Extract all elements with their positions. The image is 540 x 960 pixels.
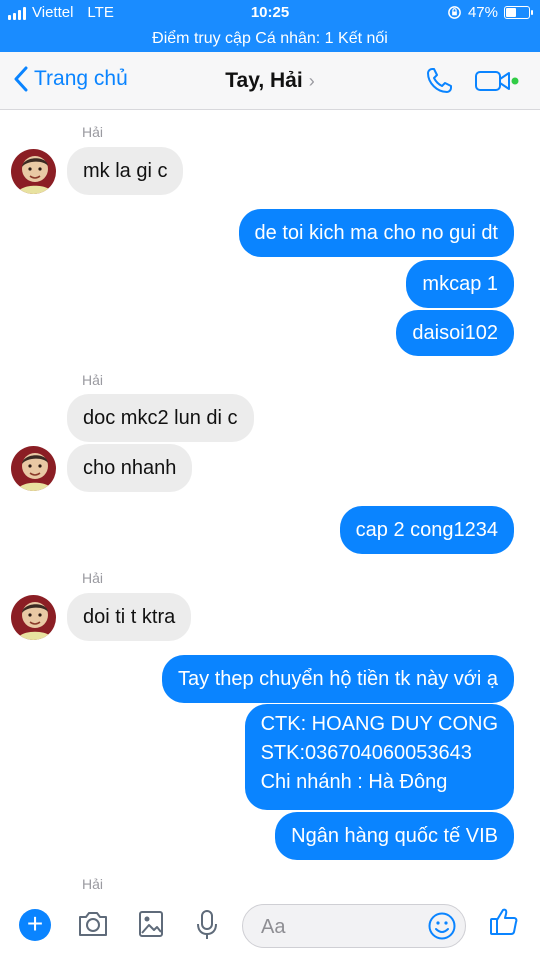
message-bubble-outgoing[interactable]: Ngân hàng quốc tế VIB xyxy=(275,812,514,860)
plus-button[interactable]: + xyxy=(19,909,51,941)
message-bubble-incoming[interactable]: doc mkc2 lun di c xyxy=(67,394,254,442)
video-camera-icon xyxy=(475,71,519,91)
sender-name: Hải xyxy=(82,570,104,586)
plus-icon: + xyxy=(26,908,44,939)
title-chevron: › xyxy=(308,71,315,91)
message-input[interactable]: Aa xyxy=(242,904,466,948)
emoji-button[interactable] xyxy=(427,911,457,946)
rotation-lock-icon xyxy=(448,6,461,19)
sender-name: Hải xyxy=(82,372,104,388)
camera-icon xyxy=(79,912,107,936)
sender-name: Hải xyxy=(82,876,104,892)
avatar-photo xyxy=(11,446,56,491)
battery-icon xyxy=(504,6,533,19)
conversation-title[interactable]: Tay, Hải › xyxy=(0,69,540,93)
gallery-button[interactable] xyxy=(137,909,165,944)
voice-call-button[interactable] xyxy=(424,66,454,101)
avatar-photo xyxy=(11,149,56,194)
camera-button[interactable] xyxy=(77,909,109,944)
conversation-name: Tay, Hải xyxy=(225,69,303,92)
avatar-photo xyxy=(11,595,56,640)
message-bubble-outgoing[interactable]: de toi kich ma cho no gui dt xyxy=(238,209,514,257)
phone-icon xyxy=(427,68,452,93)
message-bubble-incoming[interactable]: doi ti t ktra xyxy=(67,593,192,641)
like-button[interactable] xyxy=(488,906,520,943)
avatar[interactable] xyxy=(11,446,56,491)
smiley-icon xyxy=(428,912,456,940)
avatar[interactable] xyxy=(11,149,56,194)
voice-record-button[interactable] xyxy=(196,909,218,946)
battery-percent: 47% xyxy=(467,4,498,21)
status-bar: Viettel LTE 10:25 47% xyxy=(0,0,540,26)
message-bubble-outgoing[interactable]: Tay thep chuyển hộ tiền tk này với ạ xyxy=(162,655,514,703)
message-input-placeholder: Aa xyxy=(261,916,286,938)
video-call-button[interactable] xyxy=(474,68,522,99)
avatar[interactable] xyxy=(11,595,56,640)
message-list[interactable]: Hải mk la gi c de toi kich ma cho no gui… xyxy=(0,110,540,892)
conversation-header: Trang chủ Tay, Hải › xyxy=(0,52,540,110)
message-bubble-incoming[interactable]: cho nhanh xyxy=(67,444,193,492)
thumbs-up-icon xyxy=(490,908,518,935)
microphone-icon xyxy=(197,910,217,939)
message-bubble-outgoing[interactable]: CTK: HOANG DUY CONG STK:036704060053643 … xyxy=(244,704,514,810)
sender-name: Hải xyxy=(82,124,104,140)
message-bubble-outgoing[interactable]: mkcap 1 xyxy=(406,260,514,308)
image-icon xyxy=(139,911,163,937)
battery-fill xyxy=(506,8,516,17)
online-dot xyxy=(511,77,519,85)
message-composer: + Aa xyxy=(0,892,540,960)
battery-info: 47% xyxy=(447,4,533,21)
message-bubble-outgoing[interactable]: daisoi102 xyxy=(396,310,514,356)
message-bubble-incoming[interactable]: mk la gi c xyxy=(67,147,184,195)
hotspot-banner[interactable]: Điểm truy cập Cá nhân: 1 Kết nối xyxy=(0,26,540,52)
message-bubble-outgoing[interactable]: cap 2 cong1234 xyxy=(339,506,514,554)
